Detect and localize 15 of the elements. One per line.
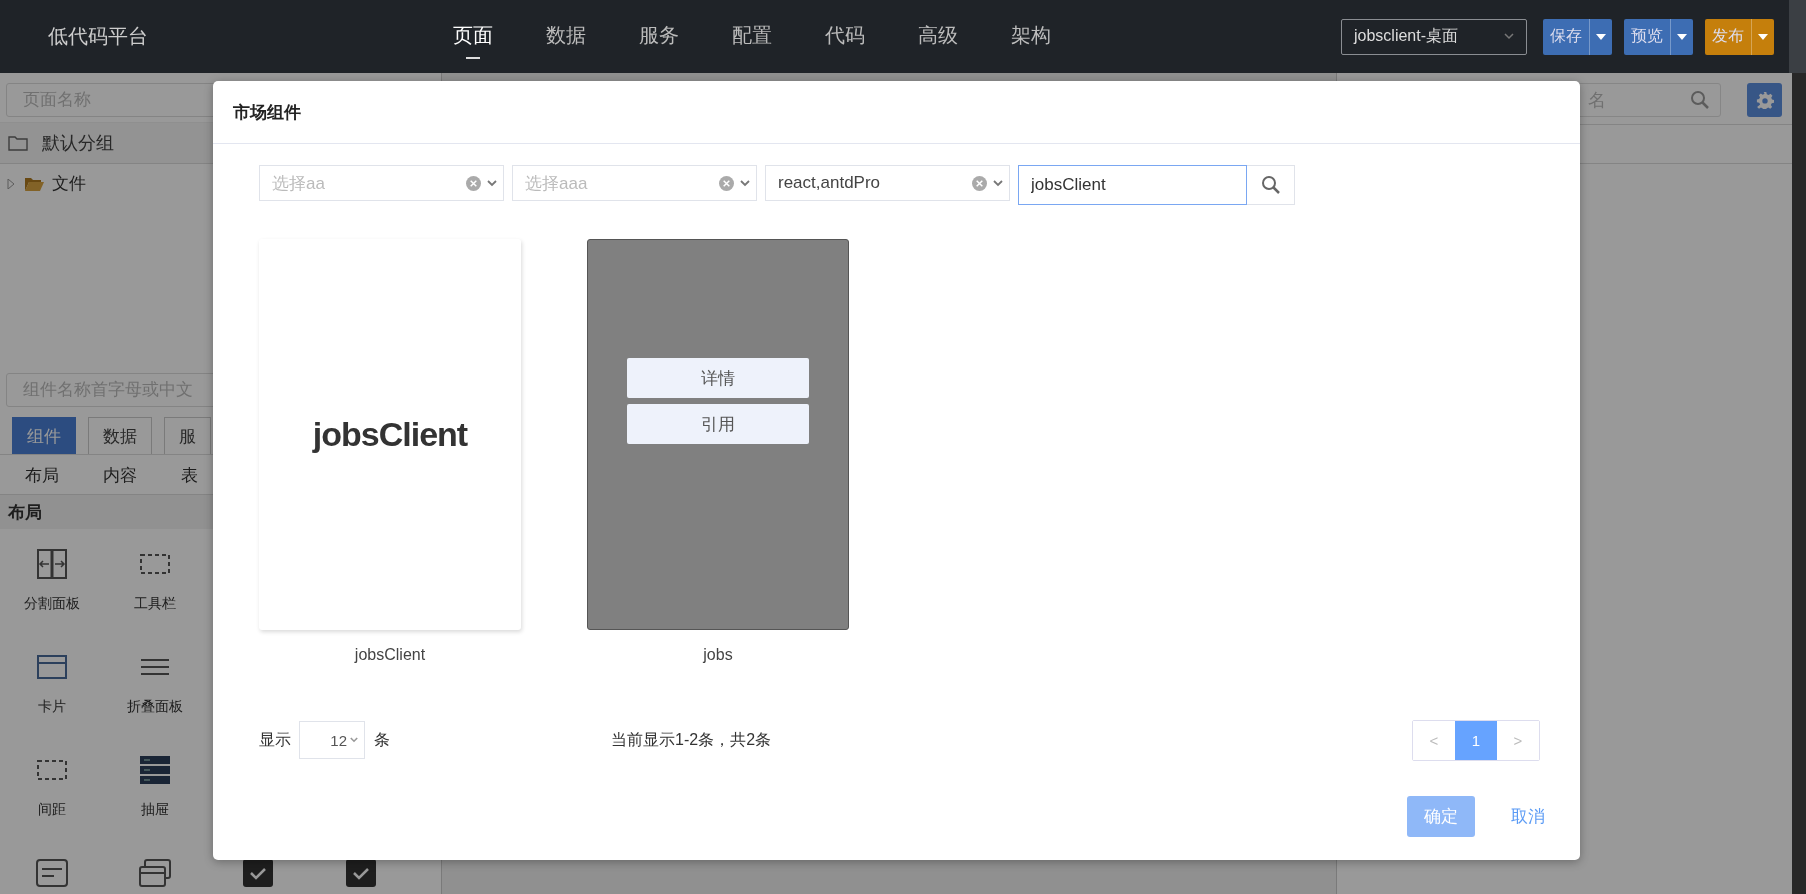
group-label: 默认分组 bbox=[42, 132, 114, 155]
card-title: jobsClient bbox=[354, 646, 426, 664]
summary-text: 当前显示1-2条，共2条 bbox=[611, 729, 773, 750]
component-label: 抽屉 bbox=[140, 801, 169, 819]
card-title: jobs bbox=[703, 646, 733, 664]
preview-text: jobsClient bbox=[312, 415, 468, 454]
component-label: 折叠面板 bbox=[126, 698, 183, 716]
page-size-unit: 条 bbox=[374, 729, 390, 750]
component-label: 间距 bbox=[37, 801, 66, 819]
page-size-label: 显示 bbox=[259, 729, 291, 750]
component-label: 工具栏 bbox=[133, 595, 176, 613]
app-title: 低代码平台 bbox=[48, 24, 149, 49]
component-label: 分割面板 bbox=[23, 595, 80, 613]
component-label: 卡片 bbox=[37, 698, 66, 716]
modal-title: 市场组件 bbox=[213, 81, 1580, 144]
